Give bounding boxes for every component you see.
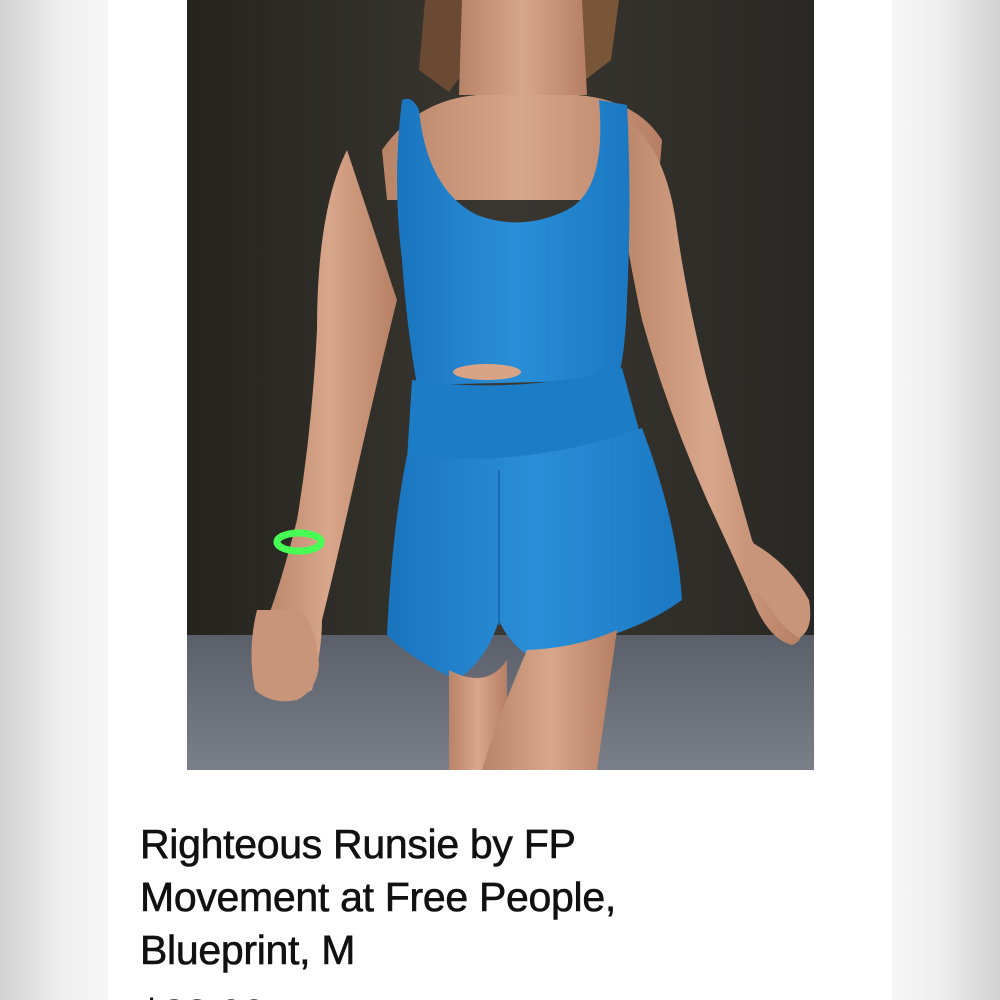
- product-price: $88.00: [140, 988, 266, 1000]
- product-title-line: Movement at Free People,: [140, 874, 617, 921]
- product-title: Righteous Runsie by FP Movement at Free …: [140, 818, 840, 977]
- left-hand: [251, 610, 319, 702]
- product-title-line: Righteous Runsie by FP: [140, 821, 576, 868]
- neck: [459, 0, 587, 95]
- waist-cutout: [453, 364, 521, 380]
- product-card: Righteous Runsie by FP Movement at Free …: [108, 0, 892, 1000]
- listing-screen: Righteous Runsie by FP Movement at Free …: [0, 0, 1000, 1000]
- product-title-line: Blueprint, M: [140, 927, 356, 974]
- product-image[interactable]: [187, 0, 814, 770]
